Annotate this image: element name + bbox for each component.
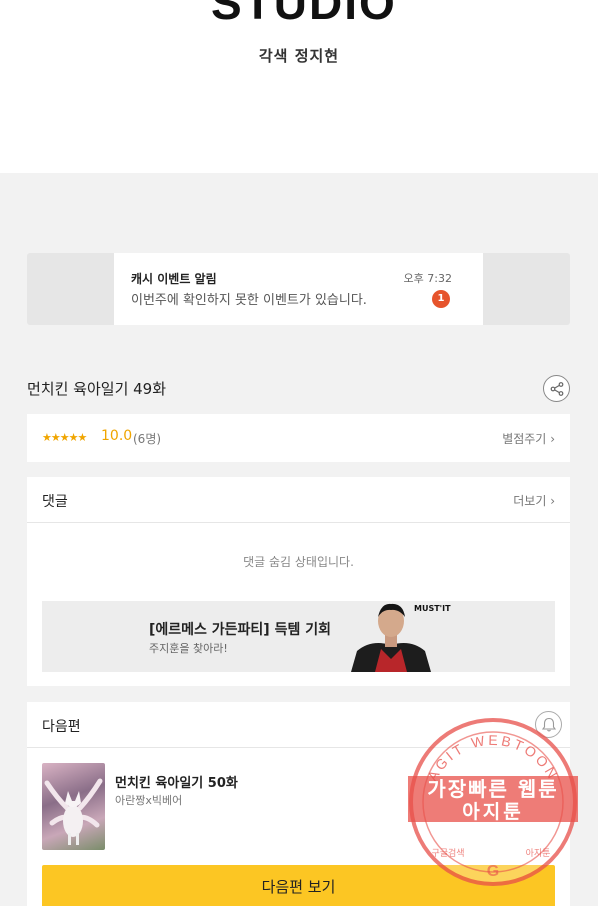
next-episode-section: 다음편 먼치킨 육아일기 50화 아란짱x빅베어 다음편 보기: [27, 702, 570, 906]
comment-hidden-notice: 댓글 숨김 상태입니다.: [243, 555, 354, 569]
rate-label: 별점주기: [502, 432, 547, 446]
header: STUDIO 각색 정지현: [0, 0, 598, 173]
notification-count-badge: 1: [432, 290, 450, 308]
next-episode-header: 다음편: [27, 702, 570, 748]
next-episode-title[interactable]: 먼치킨 육아일기 50화: [115, 772, 238, 791]
more-label: 더보기: [513, 494, 547, 508]
rating-votes: (6명): [133, 432, 162, 446]
notify-button[interactable]: [535, 711, 562, 738]
star-rating-icon: ★★★★★: [42, 431, 87, 444]
comment-header: 댓글 더보기 ›: [27, 477, 570, 523]
fox-illustration: [44, 778, 103, 845]
ad-title: [에르메스 가든파티] 득템 기회: [149, 622, 331, 638]
rating-score: 10.0: [101, 428, 133, 444]
comment-more-button[interactable]: 더보기 ›: [513, 492, 555, 509]
comment-title: 댓글: [42, 494, 68, 510]
adaptation-credit: 각색 정지현: [258, 47, 340, 65]
next-episode-button[interactable]: 다음편 보기: [42, 865, 555, 906]
notification-card[interactable]: 캐시 이벤트 알림 이번주에 확인하지 못한 이벤트가 있습니다. 오후 7:3…: [114, 253, 483, 325]
rating-panel: ★★★★★ 10.0 (6명) 별점주기 ›: [27, 414, 570, 462]
chevron-right-icon: ›: [550, 432, 555, 446]
bell-icon: [541, 717, 556, 732]
notification-banner[interactable]: 캐시 이벤트 알림 이번주에 확인하지 못한 이벤트가 있습니다. 오후 7:3…: [27, 253, 570, 325]
ad-brand: MUST'IT: [414, 604, 451, 613]
notification-message: 이번주에 확인하지 못한 이벤트가 있습니다.: [131, 293, 367, 308]
ad-banner[interactable]: [에르메스 가든파티] 득템 기회 주지훈을 찾아라! MUST'IT: [42, 601, 555, 672]
studio-logo: STUDIO: [211, 0, 397, 29]
episode-title: 먼치킨 육아일기 49화: [27, 380, 167, 398]
next-episode-label: 다음편: [42, 719, 81, 735]
rate-button[interactable]: 별점주기 ›: [502, 430, 555, 447]
ad-subtitle: 주지훈을 찾아라!: [149, 642, 228, 655]
notification-time: 오후 7:32: [403, 272, 452, 285]
chevron-right-icon: ›: [550, 494, 555, 508]
notification-title: 캐시 이벤트 알림: [131, 272, 217, 286]
next-episode-thumbnail[interactable]: [42, 763, 105, 850]
comment-section: 댓글 더보기 › 댓글 숨김 상태입니다. [에르메스 가든파티] 득템 기회 …: [27, 477, 570, 686]
share-icon: [550, 381, 563, 396]
share-button[interactable]: [543, 375, 570, 402]
next-episode-authors: 아란짱x빅베어: [115, 794, 183, 807]
